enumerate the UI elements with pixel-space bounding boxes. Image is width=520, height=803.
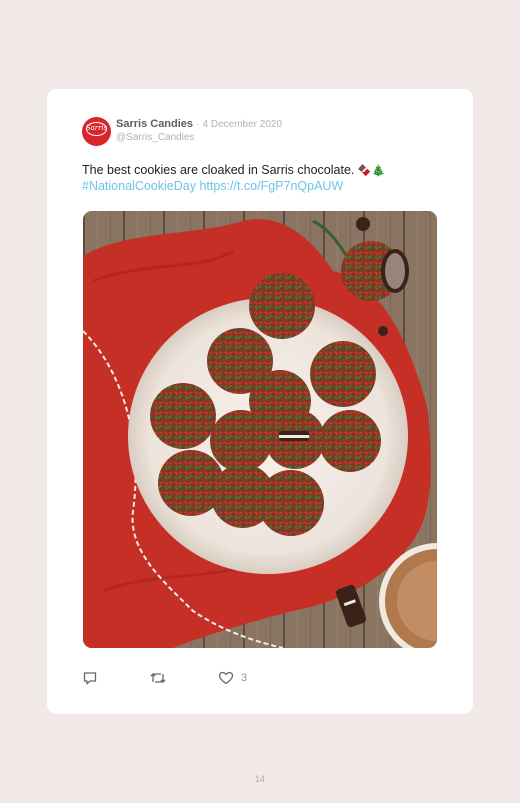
page-number: 14 — [254, 774, 265, 784]
tweet-card: Sarris Sarris Candies · 4 December 2020 … — [47, 89, 473, 714]
author-handle[interactable]: @Sarris_Candies — [116, 132, 195, 143]
tweet-actions: 3 — [82, 669, 442, 687]
like-button[interactable]: 3 — [218, 669, 247, 687]
chocolate-tree-emoji: 🍫🎄 — [357, 165, 386, 177]
tweet-body: The best cookies are cloaked in Sarris c… — [82, 163, 355, 177]
retweet-icon — [149, 670, 167, 686]
separator: · — [196, 119, 200, 130]
tweet-url-link[interactable]: https://t.co/FgP7nQpAUW — [199, 179, 343, 193]
retweet-button[interactable] — [149, 669, 167, 687]
avatar[interactable]: Sarris — [82, 117, 111, 146]
tweet-header: Sarris Sarris Candies · 4 December 2020 … — [82, 117, 462, 147]
tweet-date[interactable]: 4 December 2020 — [203, 119, 283, 130]
hashtag-link[interactable]: #NationalCookieDay — [82, 179, 196, 193]
tweet-photo[interactable] — [83, 211, 437, 648]
like-count: 3 — [241, 672, 248, 684]
author-line: Sarris Candies · 4 December 2020 — [116, 118, 282, 131]
author-name[interactable]: Sarris Candies — [116, 118, 193, 130]
cookies-photo-illustration — [83, 211, 437, 648]
reply-icon — [82, 670, 98, 686]
heart-icon — [218, 670, 234, 686]
tweet-text: The best cookies are cloaked in Sarris c… — [82, 163, 442, 194]
avatar-logo-text: Sarris — [85, 124, 108, 132]
reply-button[interactable] — [82, 669, 98, 687]
